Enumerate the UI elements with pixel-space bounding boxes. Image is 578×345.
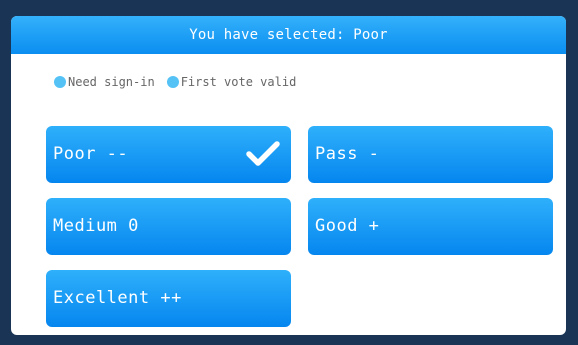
rule-sign-in-label: Need sign-in (68, 75, 155, 89)
option-medium-label: Medium 0 (53, 216, 139, 236)
option-excellent-button[interactable]: Excellent ++ (46, 270, 291, 327)
selection-header: You have selected: Poor (11, 16, 566, 54)
option-good-label: Good + (315, 216, 380, 236)
dot-icon (54, 76, 66, 88)
vote-panel: You have selected: Poor Need sign-in Fir… (11, 16, 566, 335)
option-poor-label: Poor -- (53, 144, 129, 164)
dot-icon (166, 76, 179, 88)
rule-first-vote-label: First vote valid (180, 75, 297, 89)
option-excellent-label: Excellent ++ (53, 288, 182, 308)
vote-rules: Need sign-in First vote valid (54, 75, 308, 89)
rule-sign-in: Need sign-in (54, 75, 155, 89)
option-pass-label: Pass - (315, 144, 380, 164)
option-pass-button[interactable]: Pass - (308, 126, 553, 183)
checkmark-icon (246, 141, 280, 166)
option-poor-button[interactable]: Poor -- (46, 126, 291, 183)
option-medium-button[interactable]: Medium 0 (46, 198, 291, 255)
option-good-button[interactable]: Good + (308, 198, 553, 255)
rule-first-vote: First vote valid (166, 75, 297, 89)
